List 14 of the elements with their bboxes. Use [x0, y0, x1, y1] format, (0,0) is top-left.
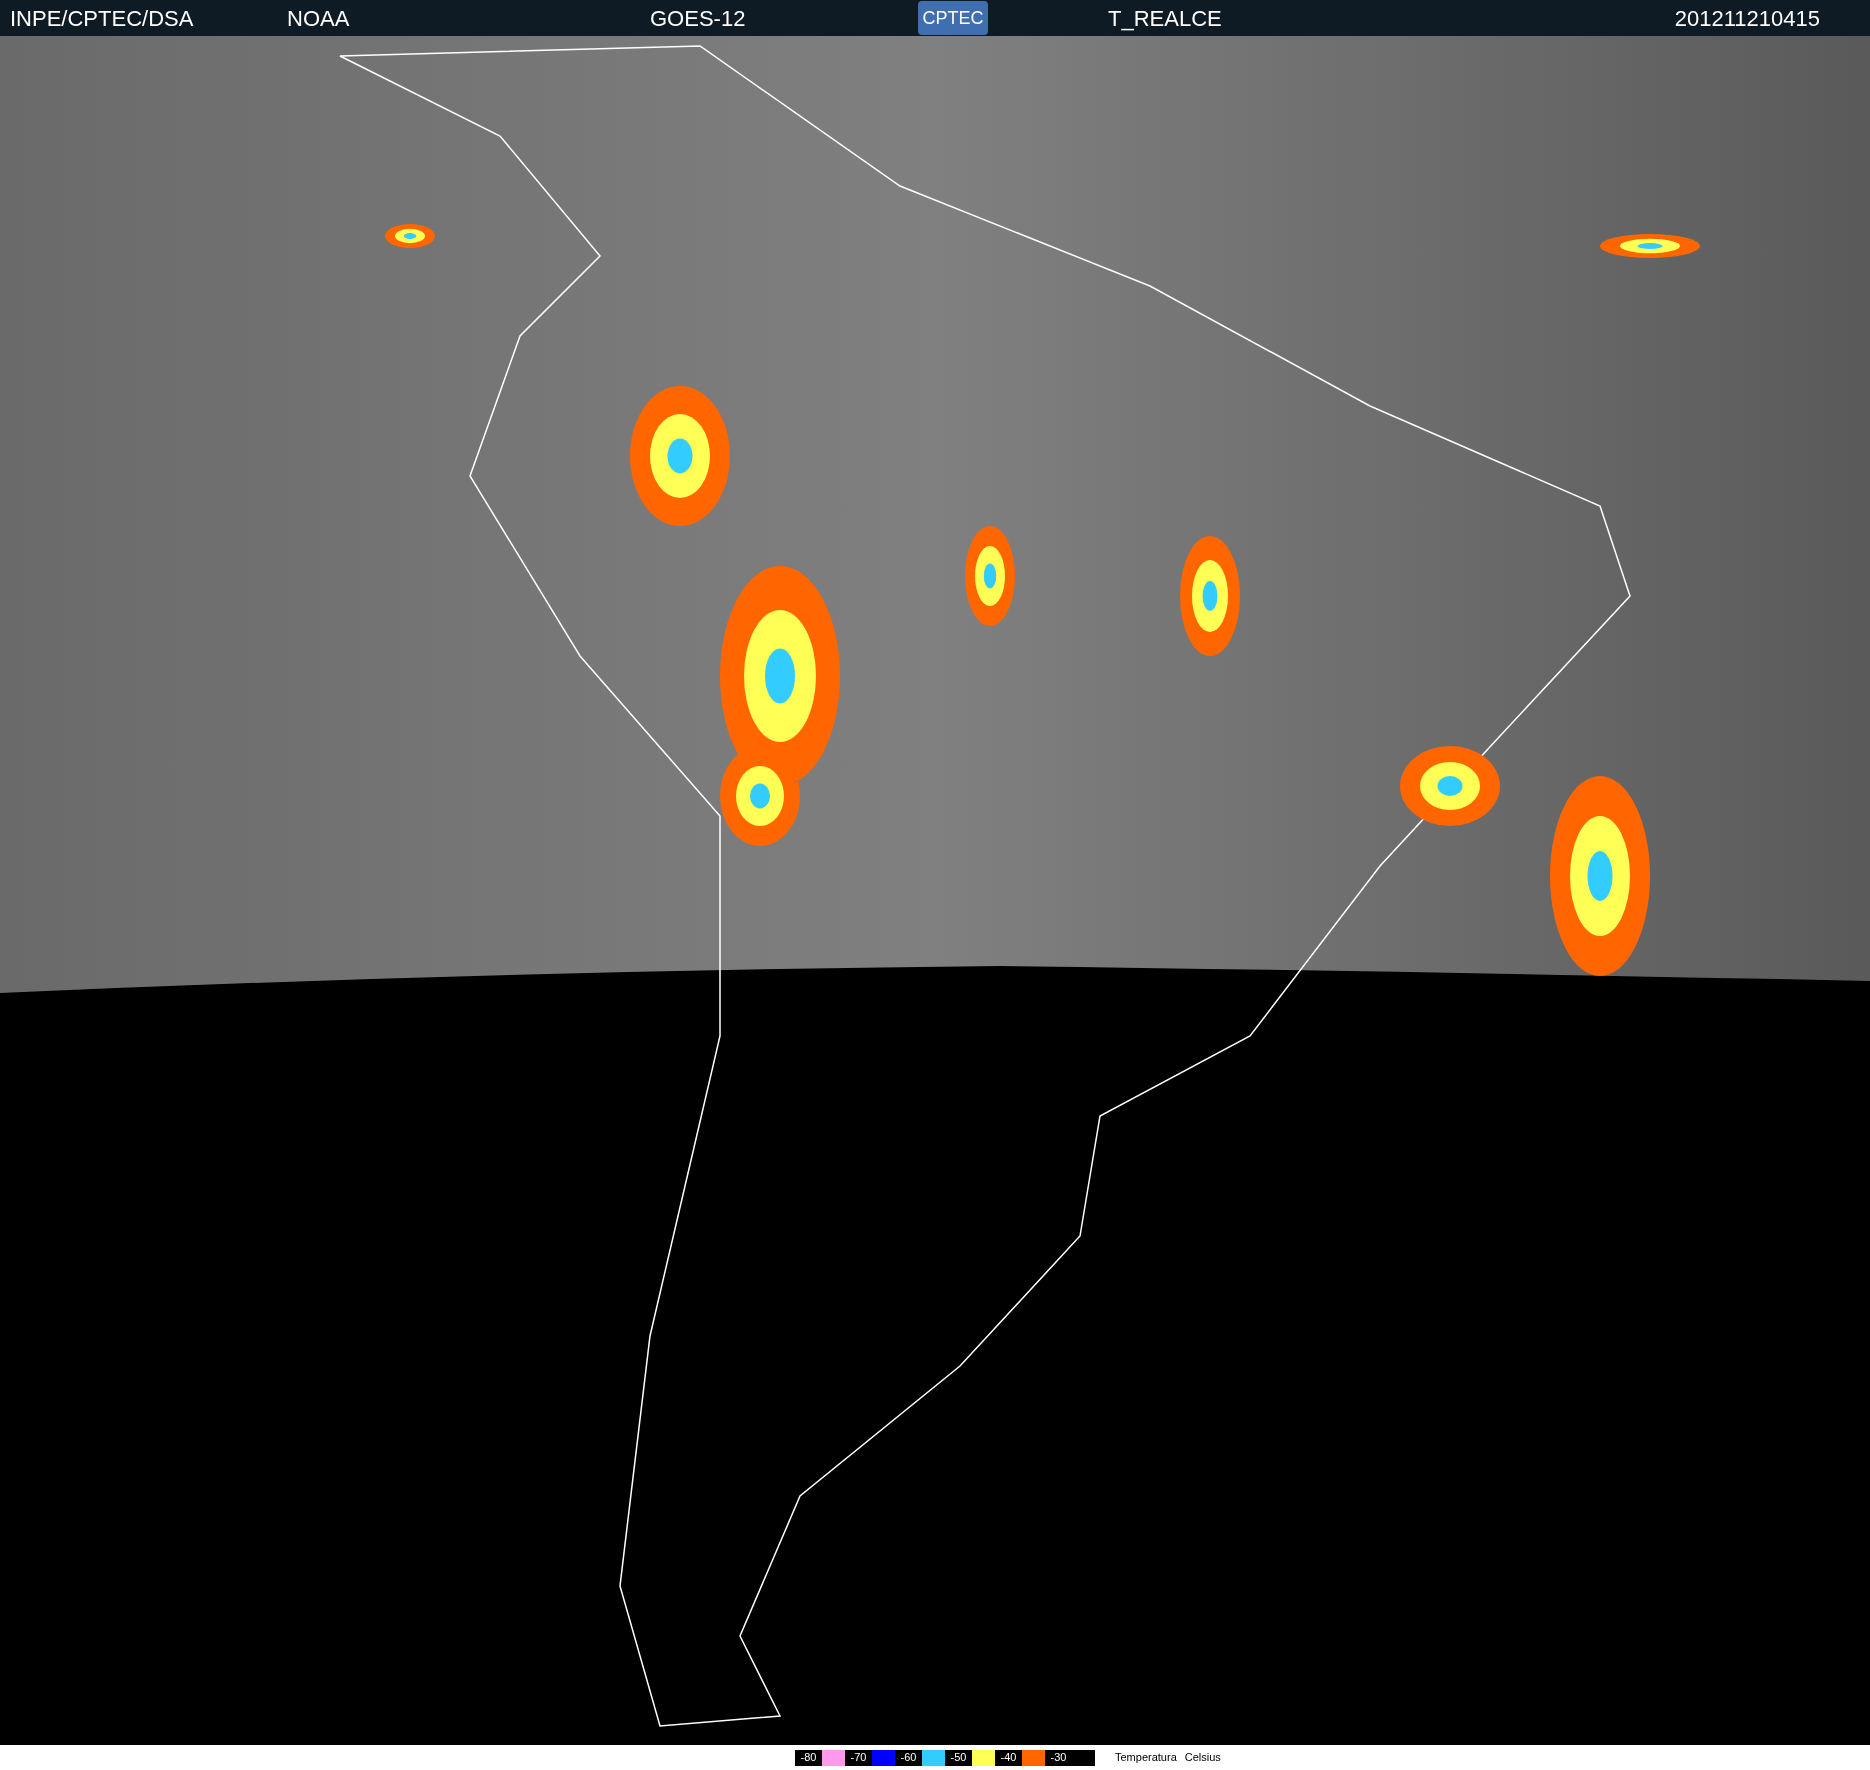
product-label: T_REALCE [1108, 4, 1223, 33]
legend-unit: Celsius [1184, 1750, 1221, 1766]
legend-title: Temperatura [1115, 1750, 1177, 1766]
legend-value: -80 [795, 1749, 822, 1766]
legend-value: -70 [845, 1749, 872, 1766]
legend-value: -60 [895, 1749, 922, 1766]
legend-value: -30 [1045, 1749, 1072, 1766]
satellite-label: GOES-12 [650, 4, 747, 33]
legend-value: -40 [995, 1749, 1022, 1766]
logo: CPTEC [918, 1, 988, 35]
agency-label: NOAA [287, 4, 351, 33]
legend-value: -50 [945, 1749, 972, 1766]
agency-label: INPE/CPTEC/DSA [10, 4, 195, 33]
timestamp: 201211210415 [1674, 4, 1820, 33]
